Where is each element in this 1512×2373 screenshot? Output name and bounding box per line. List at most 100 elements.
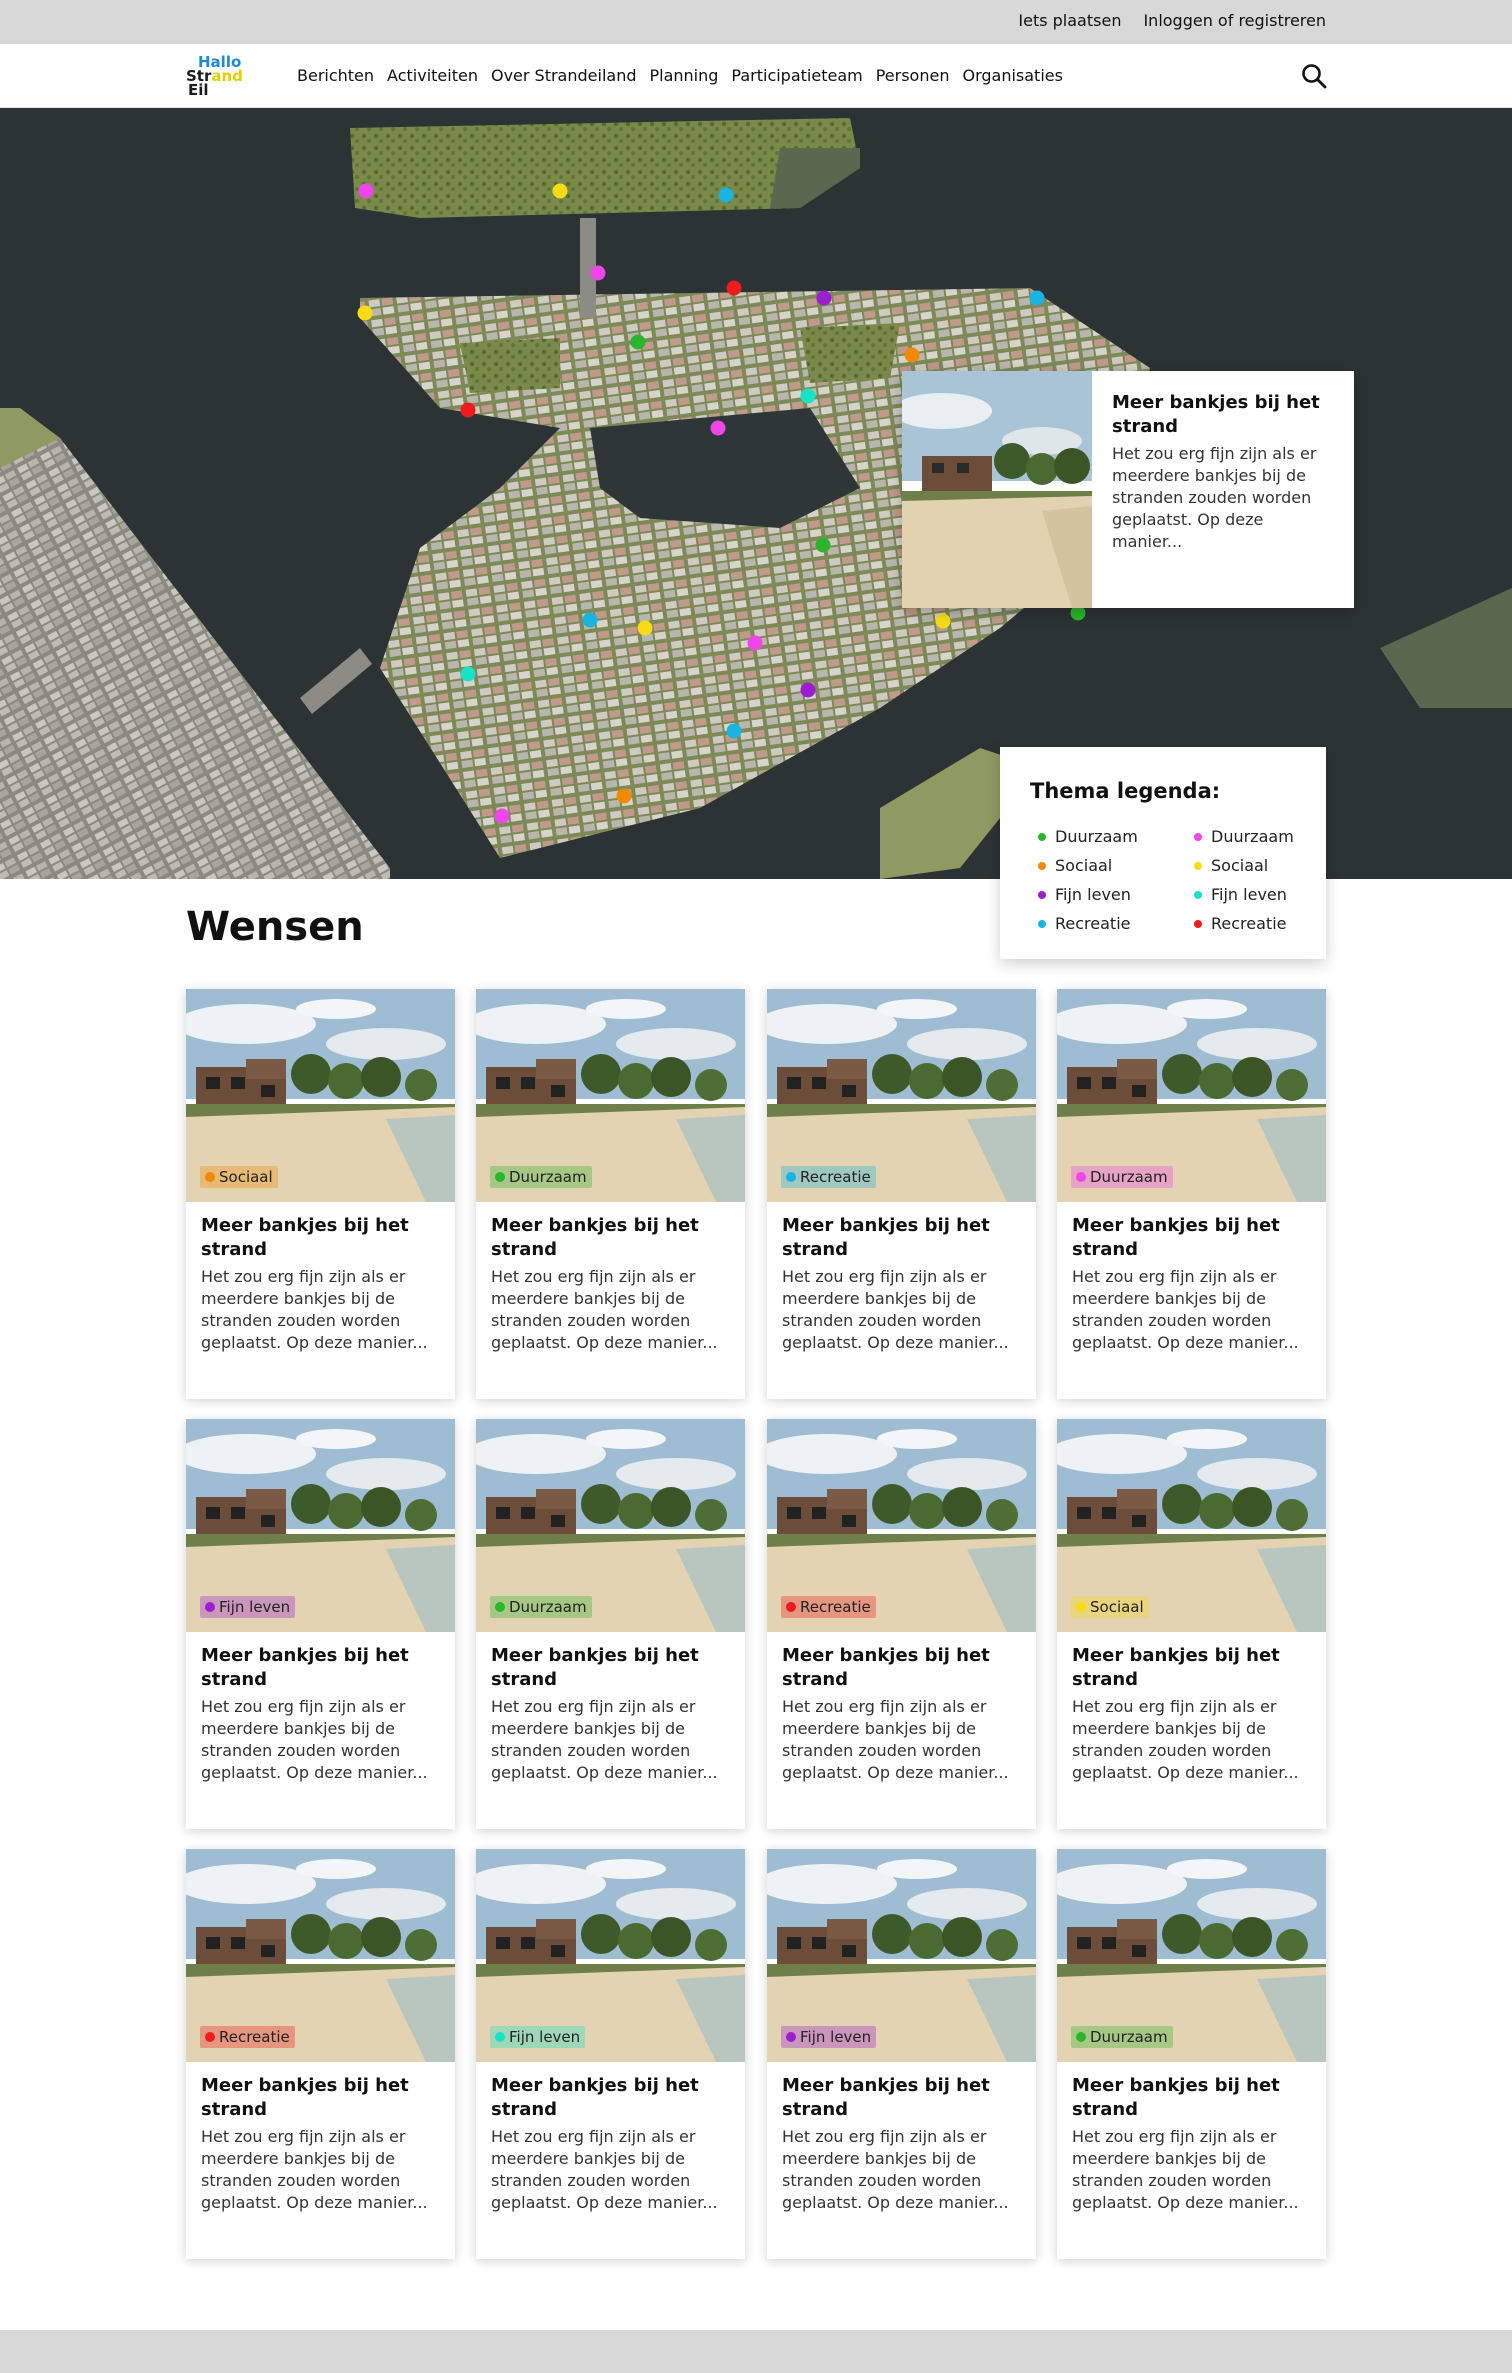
nav-item-activiteiten[interactable]: Activiteiten — [387, 66, 478, 85]
map-pin[interactable] — [726, 723, 742, 739]
wish-card-title: Meer bankjes bij het strand — [1072, 1645, 1280, 1690]
map-pin[interactable] — [460, 666, 476, 682]
legend-item: Sociaal — [1194, 851, 1294, 880]
wish-card[interactable]: Duurzaam Meer bankjes bij het strand Het z… — [1057, 989, 1326, 1399]
map-pin[interactable] — [800, 682, 816, 698]
site-logo[interactable]: Hallo Strand Eil — [186, 54, 246, 98]
wish-card-title: Meer bankjes bij het strand — [1072, 1215, 1280, 1260]
wish-card[interactable]: Fijn leven Meer bankjes bij het strand Het… — [767, 1849, 1036, 2259]
legend-column-2: Duurzaam Sociaal Fijn leven Recreatie — [1194, 822, 1294, 938]
legend-item: Fijn leven — [1038, 880, 1138, 909]
wish-card-title: Meer bankjes bij het strand — [491, 1215, 699, 1260]
map-pin[interactable] — [494, 808, 510, 824]
wish-card-title: Meer bankjes bij het strand — [201, 1215, 409, 1260]
legend-dot — [1194, 861, 1202, 870]
map-pin[interactable] — [358, 183, 374, 199]
wish-card[interactable]: Duurzaam Meer bankjes bij het strand Het z… — [476, 989, 745, 1399]
map-pin[interactable] — [552, 183, 568, 199]
theme-tag: Recreatie — [200, 2026, 295, 2048]
wish-card[interactable]: Duurzaam Meer bankjes bij het strand Het z… — [476, 1419, 745, 1829]
login-register-link[interactable]: Inloggen of registreren — [1143, 11, 1326, 30]
theme-dot — [495, 1602, 505, 1612]
map-pin[interactable] — [718, 187, 734, 203]
nav-item-participatieteam[interactable]: Participatieteam — [731, 66, 862, 85]
wish-card[interactable]: Recreatie Meer bankjes bij het strand Het … — [767, 1419, 1036, 1829]
map-pin[interactable] — [747, 635, 763, 651]
map-pin[interactable] — [726, 280, 742, 296]
map-pin[interactable] — [815, 537, 831, 553]
theme-dot — [205, 2032, 215, 2042]
wish-card-title: Meer bankjes bij het strand — [491, 1645, 699, 1690]
nav-menu: Berichten Activiteiten Over Strandeiland… — [297, 66, 1076, 85]
utility-links: Iets plaatsen Inloggen of registreren — [1018, 11, 1326, 30]
wish-card[interactable]: Fijn leven Meer bankjes bij het strand Het… — [476, 1849, 745, 2259]
wish-card-description: Het zou erg fijn zijn als er meerdere ba… — [1072, 1697, 1299, 1782]
theme-tag: Recreatie — [781, 1596, 876, 1618]
wish-card[interactable]: Fijn leven Meer bankjes bij het strand Het… — [186, 1419, 455, 1829]
map-pin[interactable] — [816, 290, 832, 306]
theme-legend: Thema legenda: Duurzaam Sociaal Fijn lev… — [1000, 747, 1326, 959]
theme-dot — [205, 1172, 215, 1182]
nav-item-berichten[interactable]: Berichten — [297, 66, 374, 85]
wish-card-title: Meer bankjes bij het strand — [782, 1645, 990, 1690]
popup-description: Het zou erg fijn zijn als er meerdere ba… — [1112, 444, 1317, 551]
legend-dot — [1038, 890, 1046, 899]
map-pin[interactable] — [582, 612, 598, 628]
map-pin[interactable] — [630, 334, 646, 350]
legend-dot — [1038, 861, 1046, 870]
map-pin[interactable] — [710, 420, 726, 436]
map-pin[interactable] — [935, 613, 951, 629]
wish-card-title: Meer bankjes bij het strand — [1072, 2075, 1280, 2120]
search-icon[interactable] — [1300, 62, 1328, 90]
wish-card-description: Het zou erg fijn zijn als er meerdere ba… — [1072, 1267, 1299, 1352]
legend-item: Recreatie — [1038, 909, 1138, 938]
map-pin[interactable] — [616, 788, 632, 804]
wish-card[interactable]: Recreatie Meer bankjes bij het strand Het … — [767, 989, 1036, 1399]
popup-beach-image — [902, 371, 1092, 608]
wish-card-description: Het zou erg fijn zijn als er meerdere ba… — [782, 2127, 1009, 2212]
nav-item-personen[interactable]: Personen — [876, 66, 950, 85]
wish-card-description: Het zou erg fijn zijn als er meerdere ba… — [201, 2127, 428, 2212]
map-pin[interactable] — [637, 620, 653, 636]
legend-column-1: Duurzaam Sociaal Fijn leven Recreatie — [1038, 822, 1138, 938]
nav-item-organisaties[interactable]: Organisaties — [962, 66, 1062, 85]
wish-card-description: Het zou erg fijn zijn als er meerdere ba… — [491, 1697, 718, 1782]
map-pin[interactable] — [1029, 290, 1045, 306]
nav-item-planning[interactable]: Planning — [649, 66, 718, 85]
wish-card-description: Het zou erg fijn zijn als er meerdere ba… — [782, 1267, 1009, 1352]
theme-tag: Sociaal — [200, 1166, 278, 1188]
wish-card[interactable]: Sociaal Meer bankjes bij het strand Het zo… — [1057, 1419, 1326, 1829]
theme-tag: Duurzaam — [490, 1596, 592, 1618]
popup-title: Meer bankjes bij het strand — [1112, 392, 1320, 437]
legend-dot — [1038, 832, 1046, 841]
legend-dot — [1194, 890, 1202, 899]
theme-tag: Sociaal — [1071, 1596, 1149, 1618]
section-title: Wensen — [186, 904, 364, 950]
map-popup-card[interactable]: Meer bankjes bij het strand Het zou erg … — [902, 371, 1354, 608]
wish-card-description: Het zou erg fijn zijn als er meerdere ba… — [201, 1267, 428, 1352]
wish-card[interactable]: Sociaal Meer bankjes bij het strand Het zo… — [186, 989, 455, 1399]
wish-card[interactable]: Recreatie Meer bankjes bij het strand Het … — [186, 1849, 455, 2259]
wish-card-description: Het zou erg fijn zijn als er meerdere ba… — [201, 1697, 428, 1782]
theme-tag: Recreatie — [781, 1166, 876, 1188]
map-pin[interactable] — [357, 305, 373, 321]
wish-card-description: Het zou erg fijn zijn als er meerdere ba… — [491, 1267, 718, 1352]
wish-card-title: Meer bankjes bij het strand — [782, 1215, 990, 1260]
map-pin[interactable] — [590, 265, 606, 281]
theme-dot — [205, 1602, 215, 1612]
post-something-link[interactable]: Iets plaatsen — [1018, 11, 1121, 30]
wish-card[interactable]: Duurzaam Meer bankjes bij het strand Het z… — [1057, 1849, 1326, 2259]
main-navigation: Hallo Strand Eil Berichten Activiteiten … — [0, 44, 1512, 108]
map-pin[interactable] — [460, 402, 476, 418]
utility-bar: Iets plaatsen Inloggen of registreren — [0, 0, 1512, 44]
nav-item-over-strandeiland[interactable]: Over Strandeiland — [491, 66, 637, 85]
theme-tag: Fijn leven — [490, 2026, 586, 2048]
theme-tag: Duurzaam — [1071, 1166, 1173, 1188]
wish-card-description: Het zou erg fijn zijn als er meerdere ba… — [1072, 2127, 1299, 2212]
theme-dot — [1076, 2032, 1086, 2042]
map-pin[interactable] — [904, 347, 920, 363]
map-pin[interactable] — [800, 388, 816, 404]
theme-dot — [495, 1172, 505, 1182]
theme-dot — [786, 1602, 796, 1612]
wish-card-title: Meer bankjes bij het strand — [782, 2075, 990, 2120]
